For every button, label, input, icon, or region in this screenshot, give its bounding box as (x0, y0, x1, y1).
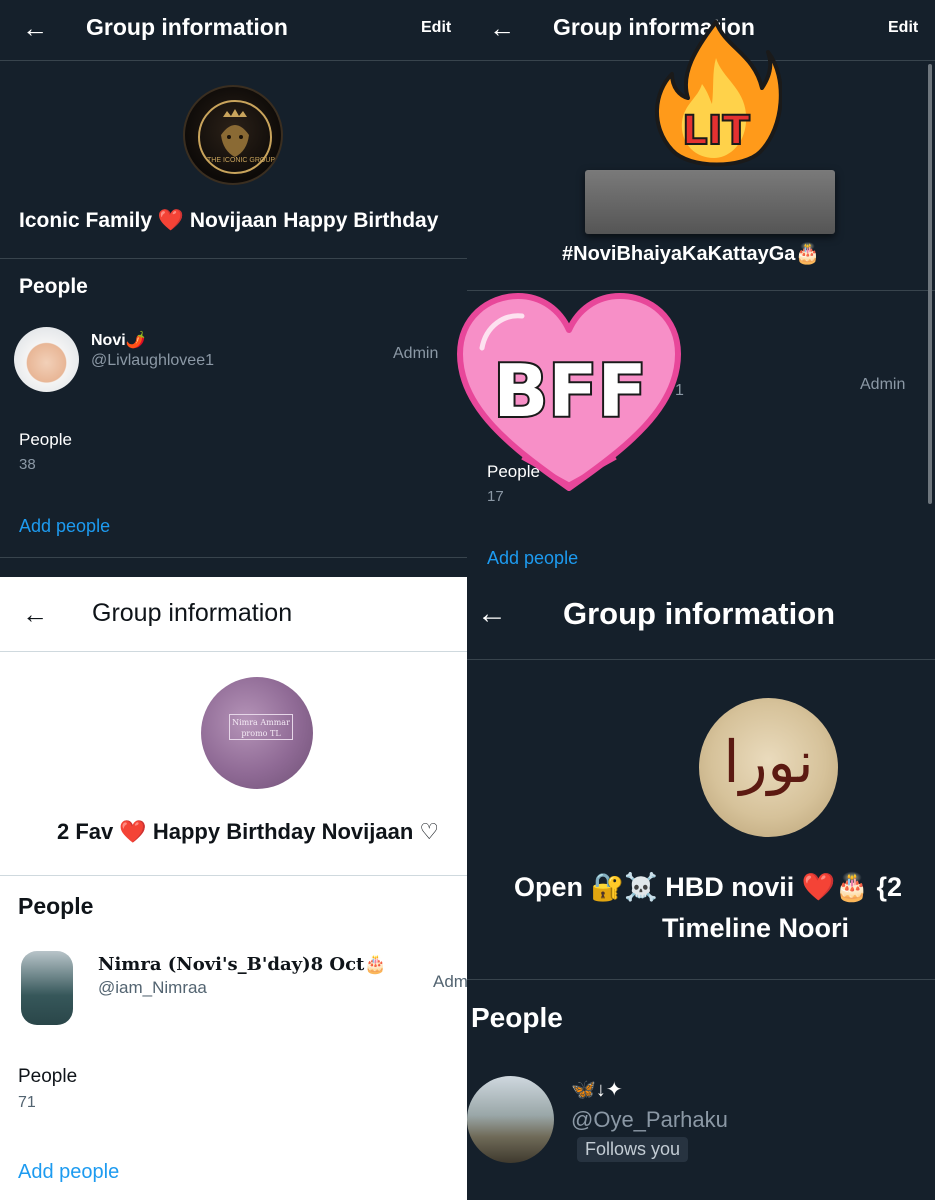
group-info-panel-3: ← Group information Nimra Ammar promo TL… (0, 577, 467, 1200)
member-name[interactable]: Nimra (Novi's_B'day)8 Oct🎂 (98, 954, 387, 975)
page-title: Group information (86, 14, 288, 40)
member-name[interactable]: 🦋↓✦ (571, 1077, 623, 1102)
member-handle: @Oye_Parhaku (571, 1107, 728, 1132)
avatar-text: نورا (723, 728, 814, 796)
back-arrow-icon[interactable]: ← (22, 601, 48, 627)
back-arrow-icon[interactable]: ← (22, 15, 48, 41)
avatar-text: THE ICONIC GROUP (207, 157, 276, 164)
header-divider (467, 659, 935, 660)
heart-sticker: BFF (457, 293, 681, 491)
fire-sticker-text: LIT (682, 108, 750, 154)
group-avatar[interactable]: Nimra Ammar promo TL (201, 677, 313, 789)
member-role: Admin (860, 376, 906, 393)
section-divider (0, 258, 467, 259)
scrollbar[interactable] (928, 64, 932, 504)
people-heading: People (471, 1002, 563, 1033)
section-divider (467, 979, 935, 980)
edit-button[interactable]: Edit (888, 19, 918, 37)
member-role: Adm (433, 972, 467, 991)
member-avatar[interactable] (21, 951, 73, 1025)
group-info-panel-4: ← Group information نورا Open 🔐☠️ HBD no… (467, 577, 935, 1200)
people-count-label[interactable]: People (19, 430, 72, 450)
edit-button[interactable]: Edit (421, 19, 451, 37)
group-name-line-1: Open 🔐☠️ HBD novii ❤️🎂 {2 (514, 872, 903, 902)
header-divider (0, 60, 467, 61)
member-avatar[interactable] (14, 327, 79, 392)
people-heading: People (19, 275, 88, 298)
lion-crest-icon (198, 100, 272, 174)
member-handle: @iam_Nimraa (98, 978, 207, 997)
group-name: #NoviBhaiyaKaKattayGa🎂 (562, 243, 821, 265)
group-avatar[interactable]: THE ICONIC GROUP (183, 85, 283, 185)
group-info-panel-1: ← Group information Edit THE ICONIC GROU… (0, 0, 467, 577)
add-people-link[interactable]: Add people (487, 548, 578, 569)
group-name-line-2: Timeline Noori (662, 913, 850, 943)
section-divider (0, 557, 467, 558)
back-arrow-icon[interactable]: ← (477, 599, 507, 629)
group-avatar[interactable]: نورا (699, 698, 838, 837)
add-people-link[interactable]: Add people (19, 516, 110, 537)
member-avatar[interactable] (467, 1076, 554, 1163)
avatar-text: Nimra Ammar promo TL (229, 714, 293, 740)
people-count-value: 38 (19, 456, 36, 473)
member-name[interactable]: Novi🌶️ (91, 330, 146, 350)
header-divider (0, 651, 467, 652)
page-title: Group information (92, 599, 293, 627)
follows-you-badge: Follows you (577, 1137, 689, 1162)
back-arrow-icon[interactable]: ← (489, 15, 515, 41)
fire-sticker: LIT (655, 20, 782, 167)
add-people-link[interactable]: Add people (18, 1161, 119, 1184)
section-divider (0, 875, 467, 876)
group-name: Iconic Family ❤️ Novijaan Happy Birthday (19, 209, 439, 232)
member-handle: @Livlaughlovee1 (91, 352, 214, 369)
heart-sticker-text: BFF (493, 349, 646, 433)
group-avatar[interactable] (585, 170, 835, 234)
page-title: Group information (563, 596, 836, 631)
people-count-label[interactable]: People (18, 1066, 77, 1088)
people-count-value: 71 (18, 1094, 36, 1111)
group-name: 2 Fav ❤️ Happy Birthday Novijaan ♡ (57, 819, 440, 844)
people-heading: People (18, 893, 94, 919)
member-role: Admin (393, 345, 439, 362)
